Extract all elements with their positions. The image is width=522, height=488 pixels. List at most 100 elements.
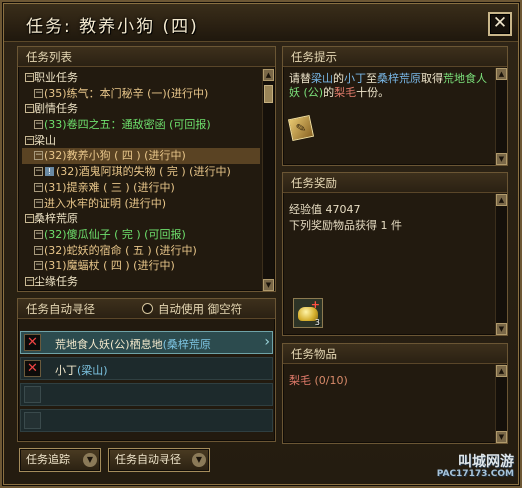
collapse-toggle-icon[interactable]: − bbox=[34, 245, 43, 255]
chevron-right-icon: › bbox=[264, 334, 270, 350]
quest-item[interactable]: − (31)魔蝠杖 ( 四 ) (进行中) bbox=[22, 258, 260, 274]
auto-use-checkbox[interactable] bbox=[142, 303, 153, 314]
auto-path-panel: 任务自动寻径 自动使用 御空符 ✕ 荒地食人妖(公)栖息地(桑梓荒原 › ✕ 小丁(梁山… bbox=[17, 298, 276, 442]
hint-scrollbar[interactable]: ▲ ▼ bbox=[495, 68, 507, 165]
collapse-toggle-icon[interactable]: − bbox=[25, 214, 34, 224]
hint-text: 十份。 bbox=[356, 86, 390, 99]
hint-text: 的 bbox=[333, 72, 344, 85]
collapse-toggle-icon[interactable]: − bbox=[34, 151, 43, 161]
quest-item-count: (0/10) bbox=[314, 374, 348, 387]
crossed-swords-icon: ✕ bbox=[24, 360, 41, 377]
quest-tree: − 职业任务 − (35)练气：本门秘辛 (一)(进行中) − 剧情任务 − (33)卷四之五… bbox=[22, 70, 260, 290]
title-bar[interactable]: 任务: 教养小狗 (四) ✕ bbox=[4, 4, 518, 42]
collapse-toggle-icon[interactable]: − bbox=[25, 73, 34, 82]
hint-text: 取得 bbox=[421, 72, 443, 85]
hint-text: 至 bbox=[366, 72, 377, 85]
quest-hint-panel: 任务提示 请替梁山的小丁至桑梓荒原取得荒地食人妖 (公)的梨毛十份。 ✎ ▲ ▼ bbox=[282, 46, 508, 166]
quest-category[interactable]: − 梁山 bbox=[22, 133, 260, 149]
quest-reward-panel: 任务奖励 经验值 47047 下列奖励物品获得 1 件 + 3 ▲ ▼ bbox=[282, 172, 508, 336]
path-target: 小丁(梁山) bbox=[55, 362, 108, 378]
quest-label: (31)魔蝠杖 ( 四 ) (进行中) bbox=[44, 259, 175, 273]
hint-location-link[interactable]: 梁山 bbox=[311, 72, 333, 85]
watermark-sub: PAC17173.COM bbox=[436, 469, 514, 479]
category-label: 剧情任务 bbox=[34, 102, 78, 116]
quest-list-scrollbar[interactable]: ▲ ▼ bbox=[262, 69, 274, 291]
window-title: 任务: 教养小狗 (四) bbox=[26, 17, 199, 37]
collapse-toggle-icon[interactable]: − bbox=[25, 104, 34, 114]
quest-list-header: 任务列表 bbox=[18, 47, 275, 67]
map-scroll-icon[interactable]: ✎ bbox=[287, 114, 315, 142]
quest-item-line: 梨毛 (0/10) bbox=[289, 372, 348, 388]
quest-item[interactable]: −! (32)酒鬼阿琪的失物 ( 完 ) (进行中) bbox=[22, 164, 260, 180]
crossed-swords-icon bbox=[24, 386, 41, 403]
path-row[interactable] bbox=[20, 409, 273, 432]
quest-label: (32)傻瓜仙子 ( 完 ) (可回报) bbox=[44, 227, 186, 241]
quest-category[interactable]: − 桑梓荒原 bbox=[22, 211, 260, 227]
quest-category[interactable]: − 尘缘任务 bbox=[22, 274, 260, 290]
category-label: 梁山 bbox=[34, 133, 56, 147]
quest-item[interactable]: − (32)傻瓜仙子 ( 完 ) (可回报) bbox=[22, 227, 260, 243]
path-target-location: (桑梓荒原 bbox=[162, 338, 211, 351]
scroll-down-icon[interactable]: ▼ bbox=[496, 323, 507, 335]
collapse-toggle-icon[interactable]: − bbox=[34, 120, 43, 130]
plus-icon: + bbox=[310, 298, 320, 311]
quest-item[interactable]: − (32)蛇妖的宿命 ( 五 ) (进行中) bbox=[22, 243, 260, 259]
path-row[interactable]: ✕ 荒地食人妖(公)栖息地(桑梓荒原 › bbox=[20, 331, 273, 354]
quest-item[interactable]: − (33)卷四之五：通敌密函 (可回报) bbox=[22, 117, 260, 133]
path-row[interactable]: ✕ 小丁(梁山) bbox=[20, 357, 273, 380]
collapse-toggle-icon[interactable]: − bbox=[34, 182, 43, 192]
quest-item[interactable]: − (32)教养小狗 ( 四 ) (进行中) bbox=[22, 148, 260, 165]
category-label: 职业任务 bbox=[34, 71, 78, 84]
scroll-thumb[interactable] bbox=[264, 85, 273, 103]
quest-label: (32)蛇妖的宿命 ( 五 ) (进行中) bbox=[44, 243, 197, 257]
collapse-toggle-icon[interactable]: − bbox=[34, 167, 43, 177]
quest-window: 任务: 教养小狗 (四) ✕ 任务列表 − 职业任务 − (35)练气：本门秘辛 (一… bbox=[0, 0, 522, 488]
scroll-down-icon[interactable]: ▼ bbox=[263, 279, 274, 291]
items-scrollbar[interactable]: ▲ ▼ bbox=[495, 365, 507, 443]
collapse-toggle-icon[interactable]: − bbox=[25, 276, 34, 286]
item-count: 3 bbox=[314, 318, 320, 327]
quest-label: 进入水牢的证明 (进行中) bbox=[44, 196, 167, 210]
quest-item[interactable]: − (31)提亲难 ( 三 ) (进行中) bbox=[22, 180, 260, 196]
exp-reward: 经验值 47047 bbox=[289, 203, 361, 216]
scroll-up-icon[interactable]: ▲ bbox=[496, 365, 507, 377]
collapse-toggle-icon[interactable]: − bbox=[25, 135, 34, 145]
scroll-up-icon[interactable]: ▲ bbox=[263, 69, 274, 81]
item-reward-line: 下列奖励物品获得 1 件 bbox=[289, 219, 402, 232]
category-label: 桑梓荒原 bbox=[34, 212, 78, 226]
quest-label: (33)卷四之五：通敌密函 (可回报) bbox=[44, 118, 211, 132]
quest-label: (31)提亲难 ( 三 ) (进行中) bbox=[44, 180, 175, 194]
collapse-toggle-icon[interactable]: − bbox=[34, 88, 43, 98]
watermark-logo: 叫城网游 PAC17173.COM bbox=[436, 455, 514, 480]
track-quest-button[interactable]: 任务追踪 ▼ bbox=[19, 448, 101, 472]
close-button[interactable]: ✕ bbox=[488, 12, 512, 36]
hint-map-link[interactable]: 桑梓荒原 bbox=[377, 72, 421, 85]
quest-item[interactable]: − 进入水牢的证明 (进行中) bbox=[22, 196, 260, 212]
scroll-down-icon[interactable]: ▼ bbox=[496, 431, 507, 443]
path-target-name: 小丁 bbox=[55, 364, 77, 377]
quest-category[interactable]: − 剧情任务 bbox=[22, 101, 260, 117]
reward-item-slot[interactable]: + 3 bbox=[293, 298, 323, 328]
auto-path-button[interactable]: 任务自动寻径 ▼ bbox=[108, 448, 210, 472]
quest-item[interactable]: − (35)练气：本门秘辛 (一)(进行中) bbox=[22, 86, 260, 102]
collapse-toggle-icon[interactable]: − bbox=[34, 198, 43, 208]
reward-scrollbar[interactable]: ▲ ▼ bbox=[495, 194, 507, 335]
scroll-down-icon[interactable]: ▼ bbox=[496, 153, 507, 165]
scroll-up-icon[interactable]: ▲ bbox=[496, 68, 507, 80]
collapse-toggle-icon[interactable]: − bbox=[34, 229, 43, 239]
crossed-swords-icon bbox=[24, 412, 41, 429]
collapse-toggle-icon[interactable]: − bbox=[34, 261, 43, 271]
auto-path-title: 任务自动寻径 bbox=[26, 302, 95, 316]
auto-use-label: 自动使用 御空符 bbox=[158, 302, 243, 316]
scroll-up-icon[interactable]: ▲ bbox=[496, 194, 507, 206]
quest-list-panel: 任务列表 − 职业任务 − (35)练气：本门秘辛 (一)(进行中) − 剧情任务 − (33… bbox=[17, 46, 276, 292]
quest-category[interactable]: − 职业任务 bbox=[22, 70, 260, 86]
quest-label: (32)教养小狗 ( 四 ) (进行中) bbox=[44, 149, 186, 163]
auto-path-header: 任务自动寻径 自动使用 御空符 bbox=[18, 299, 275, 319]
quest-hint-header: 任务提示 bbox=[283, 47, 507, 67]
hint-npc-link[interactable]: 小丁 bbox=[344, 72, 366, 85]
alert-icon: ! bbox=[45, 167, 54, 177]
chevron-down-icon: ▼ bbox=[83, 453, 97, 467]
quest-items-panel: 任务物品 梨毛 (0/10) ▲ ▼ bbox=[282, 343, 508, 444]
path-row[interactable] bbox=[20, 383, 273, 406]
